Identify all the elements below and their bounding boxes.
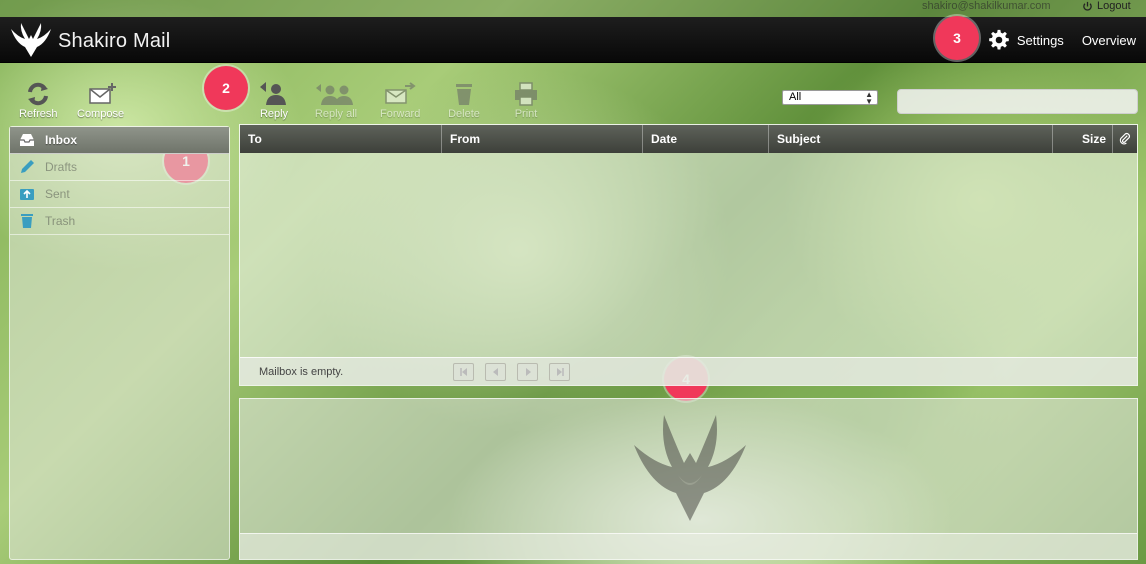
wings-watermark-icon <box>634 415 746 521</box>
logo[interactable]: Shakiro Mail <box>8 21 170 61</box>
marker-2: 2 <box>204 66 248 110</box>
reply-icon <box>260 82 286 105</box>
refresh-button[interactable]: Refresh <box>19 80 58 120</box>
logout-label: Logout <box>1097 0 1131 12</box>
message-filter-select[interactable]: All ▲ ▼ <box>782 90 878 106</box>
reply-label: Reply <box>259 108 289 120</box>
empty-mailbox-text: Mailbox is empty. <box>259 366 344 378</box>
power-icon <box>1083 1 1092 11</box>
forward-button[interactable]: Forward <box>380 80 420 120</box>
compose-label: Compose <box>77 108 125 120</box>
column-attachment[interactable] <box>1113 125 1137 153</box>
top-strip: shakiro@shakilkumar.com Logout <box>0 0 1146 17</box>
paperclip-icon <box>1119 132 1131 145</box>
print-label: Print <box>514 108 538 120</box>
next-page-icon <box>525 368 531 376</box>
last-page-button[interactable] <box>549 363 570 381</box>
select-arrows-icon: ▲ ▼ <box>865 90 873 106</box>
user-email: shakiro@shakilkumar.com <box>922 0 1051 12</box>
message-preview-pane <box>239 398 1138 560</box>
first-page-icon <box>459 368 467 376</box>
folder-list: Inbox Drafts Sent Trash <box>9 126 230 560</box>
previous-page-button[interactable] <box>485 363 506 381</box>
overview-link[interactable]: Overview <box>1082 33 1136 48</box>
delete-button[interactable]: Delete <box>447 80 481 120</box>
folder-inbox[interactable]: Inbox <box>10 127 229 154</box>
reply-all-icon <box>316 84 353 105</box>
last-page-icon <box>556 368 564 376</box>
settings-label: Settings <box>1016 32 1064 48</box>
gear-icon <box>989 29 1009 50</box>
first-page-button[interactable] <box>453 363 474 381</box>
column-from[interactable]: From <box>442 125 643 153</box>
column-to[interactable]: To <box>240 125 442 153</box>
reply-all-label: Reply all <box>314 108 358 120</box>
folder-label: Drafts <box>45 160 78 174</box>
compose-icon <box>88 83 116 104</box>
pencil-icon <box>21 160 34 173</box>
search-input[interactable] <box>897 89 1138 114</box>
trash-icon <box>456 84 472 105</box>
message-list-footer: Mailbox is empty. <box>240 357 1137 385</box>
column-date[interactable]: Date <box>643 125 769 153</box>
print-button[interactable]: Print <box>509 80 543 120</box>
brand-name: Shakiro Mail <box>58 29 171 52</box>
forward-label: Forward <box>380 108 421 120</box>
refresh-label: Refresh <box>19 108 58 120</box>
folder-label: Inbox <box>45 133 77 147</box>
wings-logo-icon <box>11 23 51 57</box>
inbox-icon <box>20 134 34 146</box>
trash-icon <box>21 214 33 228</box>
next-page-button[interactable] <box>517 363 538 381</box>
folder-drafts[interactable]: Drafts <box>10 154 229 181</box>
top-nav: Settings Overview <box>988 29 1136 51</box>
column-size[interactable]: Size <box>1053 125 1113 153</box>
compose-button[interactable]: Compose <box>77 80 124 120</box>
forward-icon <box>385 82 416 104</box>
settings-link[interactable]: Settings <box>988 29 1064 51</box>
column-subject[interactable]: Subject <box>769 125 1053 153</box>
previous-page-icon <box>492 368 498 376</box>
printer-icon <box>515 82 537 106</box>
logout-link[interactable]: Logout <box>1082 0 1131 12</box>
message-list-header: To From Date Subject Size <box>240 125 1137 153</box>
folder-sent[interactable]: Sent <box>10 181 229 208</box>
message-list: To From Date Subject Size Mailbox is emp… <box>239 124 1138 386</box>
refresh-icon <box>28 82 49 106</box>
preview-footer-bar <box>240 533 1137 559</box>
sent-icon <box>20 189 34 200</box>
delete-label: Delete <box>448 108 480 120</box>
folder-trash[interactable]: Trash <box>10 208 229 235</box>
reply-all-button[interactable]: Reply all <box>314 80 358 120</box>
reply-button[interactable]: Reply <box>257 80 291 120</box>
folder-label: Trash <box>45 214 76 228</box>
folder-label: Sent <box>45 187 70 201</box>
marker-3: 3 <box>935 16 979 60</box>
filter-selected-value: All <box>789 91 802 103</box>
